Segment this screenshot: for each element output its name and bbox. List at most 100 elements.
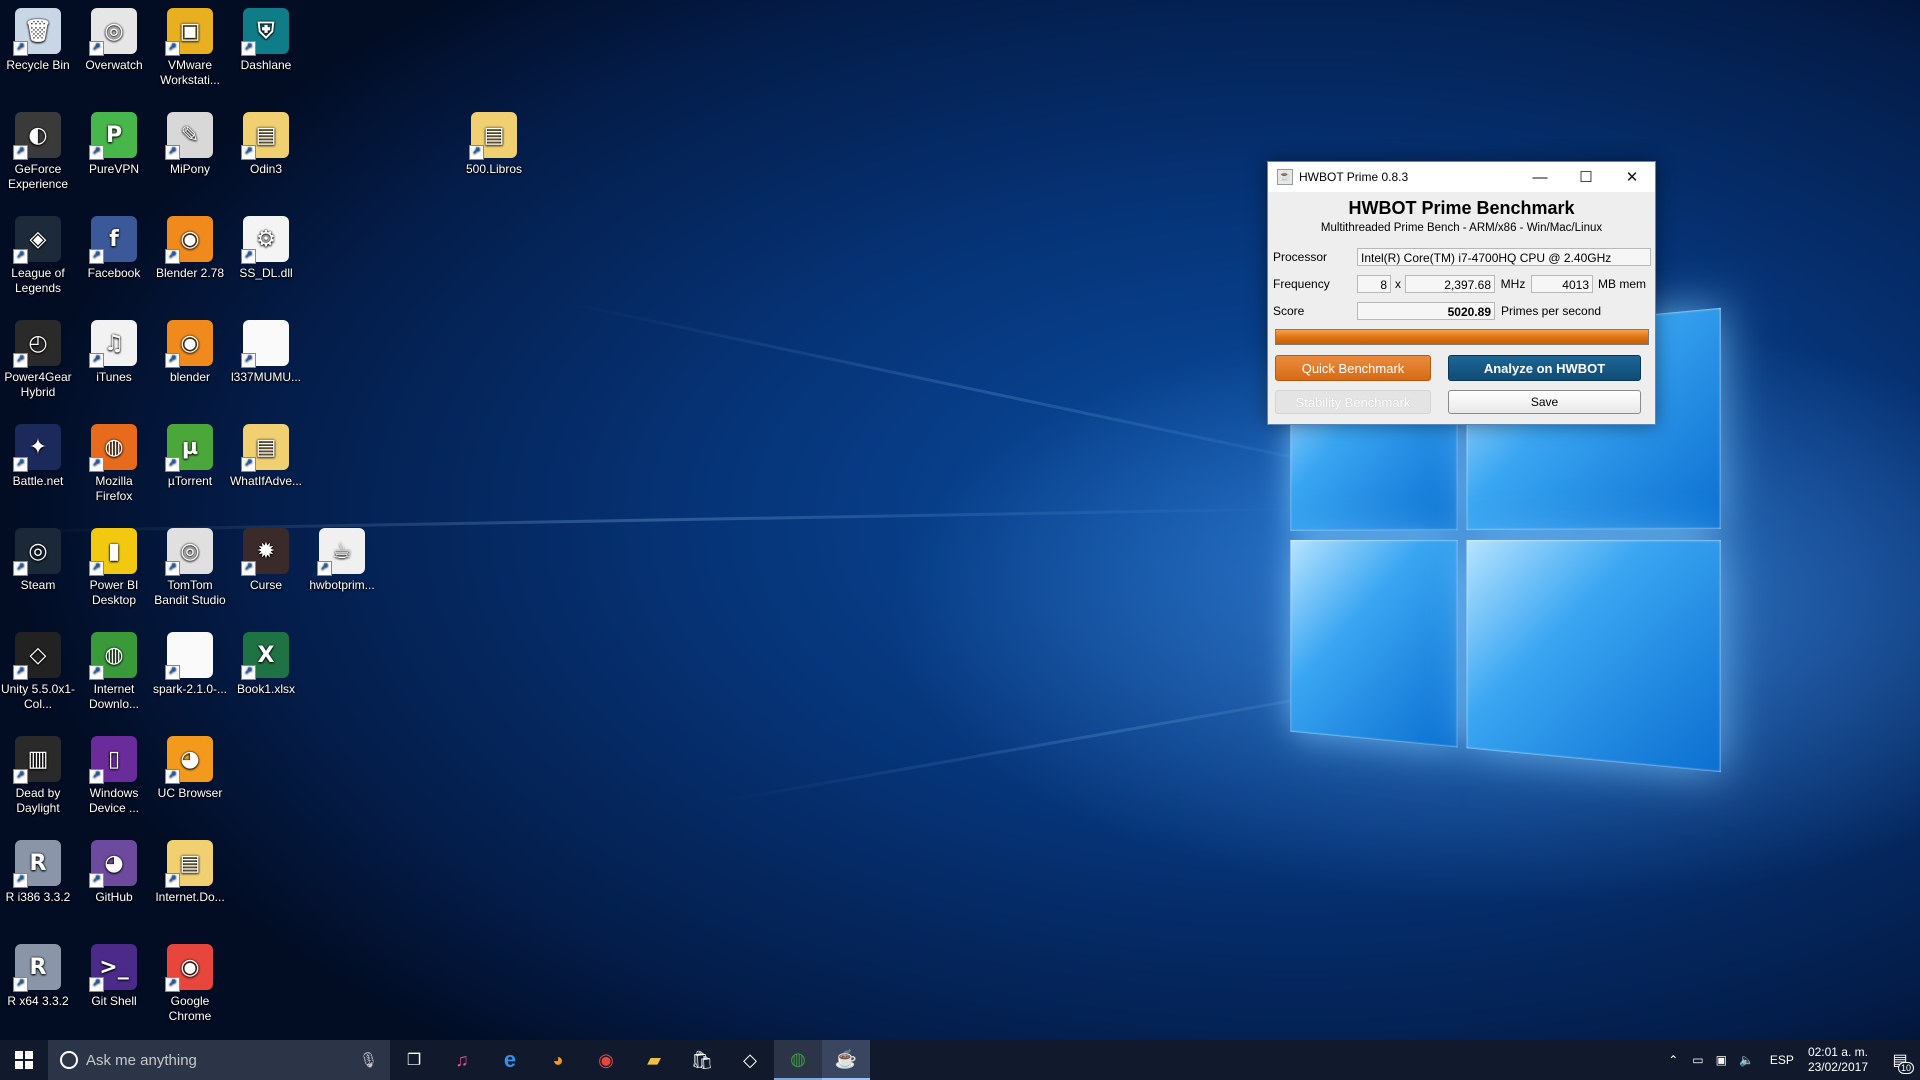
close-button[interactable]: ✕ — [1609, 162, 1655, 192]
volume-icon[interactable]: 🔈 — [1739, 1053, 1754, 1067]
taskbar-internet-download-manager[interactable]: ◍ — [774, 1040, 822, 1080]
microphone-icon[interactable]: 🎙 — [359, 1051, 378, 1069]
desktop-icon[interactable]: ☕ ↗ hwbotprim... — [304, 528, 380, 593]
desktop-icon[interactable]: R ↗ R i386 3.3.2 — [0, 840, 76, 905]
desktop-icon[interactable]: ♫ ↗ iTunes — [76, 320, 152, 385]
window-titlebar[interactable]: ☕ HWBOT Prime 0.8.3 — ☐ ✕ — [1268, 162, 1655, 192]
cortana-circle-icon — [60, 1051, 78, 1069]
desktop-icon-label: Steam — [20, 578, 56, 592]
desktop-icon[interactable]: ▣ ↗ VMware Workstati... — [152, 8, 228, 88]
quick-benchmark-button[interactable]: Quick Benchmark — [1275, 355, 1431, 381]
desktop-icon[interactable]: >_ ↗ Git Shell — [76, 944, 152, 1009]
taskbar-hwbot-prime[interactable]: ☕ — [822, 1040, 870, 1080]
network-icon[interactable]: ▣ — [1716, 1053, 1727, 1067]
desktop-icon[interactable]: ⚙ ↗ SS_DL.dll — [228, 216, 304, 281]
desktop-icon[interactable]: ◕ ↗ GitHub — [76, 840, 152, 905]
desktop-icon[interactable]: ▤ ↗ Internet.Do... — [152, 840, 228, 905]
desktop-icon[interactable]: ▤ ↗ Odin3 — [228, 112, 304, 177]
desktop-icon[interactable]: ▥ ↗ Dead by Daylight — [0, 736, 76, 816]
desktop-app-icon: ▤ ↗ — [469, 112, 517, 160]
desktop-icon[interactable]: ↗ l337MUMU... — [228, 320, 304, 385]
desktop-icon[interactable]: ◐ ↗ GeForce Experience — [0, 112, 76, 192]
desktop-icon-label: GitHub — [95, 890, 133, 904]
task-view-button[interactable]: ❐ — [390, 1040, 438, 1080]
desktop-icon[interactable]: ◇ ↗ Unity 5.5.0x1-Col... — [0, 632, 76, 712]
stability-benchmark-button[interactable]: Stability Benchmark — [1275, 390, 1431, 414]
desktop-icon[interactable]: ▤ ↗ WhatIfAdve... — [228, 424, 304, 489]
desktop-app-icon: ↗ — [241, 320, 289, 368]
cores-field[interactable]: 8 — [1357, 275, 1391, 293]
desktop-icon[interactable]: ▯ ↗ Windows Device ... — [76, 736, 152, 816]
memory-field[interactable]: 4013 — [1531, 275, 1593, 293]
desktop-icon[interactable]: ✎ ↗ MiPony — [152, 112, 228, 177]
taskbar-store[interactable]: 🛍 — [678, 1040, 726, 1080]
desktop-icon[interactable]: ◴ ↗ Power4Gear Hybrid — [0, 320, 76, 400]
desktop-app-icon: ⛨ ↗ — [241, 8, 289, 56]
desktop-app-icon: ◐ ↗ — [13, 112, 61, 160]
desktop-app-icon: µ ↗ — [165, 424, 213, 472]
desktop-icon[interactable]: ◎ ↗ Steam — [0, 528, 76, 593]
desktop-icon[interactable]: ✹ ↗ Curse — [228, 528, 304, 593]
taskbar-edge[interactable]: e — [486, 1040, 534, 1080]
analyze-on-hwbot-button[interactable]: Analyze on HWBOT — [1448, 355, 1641, 381]
frequency-label: Frequency — [1273, 277, 1330, 291]
desktop-icon-label: Battle.net — [12, 474, 64, 488]
desktop-app-icon: ◎ ↗ — [13, 528, 61, 576]
start-button[interactable] — [0, 1040, 48, 1080]
desktop-icon[interactable]: ◎ ↗ Overwatch — [76, 8, 152, 73]
taskbar-chrome[interactable]: ◉ — [582, 1040, 630, 1080]
desktop-icon[interactable]: ▤ ↗ 500.Libros — [456, 112, 532, 177]
processor-field[interactable]: Intel(R) Core(TM) i7-4700HQ CPU @ 2.40GH… — [1357, 248, 1651, 266]
desktop-icon[interactable]: X ↗ Book1.xlsx — [228, 632, 304, 697]
desktop-icon[interactable]: ↗ spark-2.1.0-... — [152, 632, 228, 697]
desktop-icon[interactable]: f ↗ Facebook — [76, 216, 152, 281]
desktop-icon[interactable]: P ↗ PureVPN — [76, 112, 152, 177]
desktop-icon-label: Odin3 — [249, 162, 283, 176]
shortcut-arrow-icon: ↗ — [165, 145, 180, 160]
taskbar-itunes[interactable]: ♫ — [438, 1040, 486, 1080]
desktop-icon[interactable]: ◉ ↗ Blender 2.78 — [152, 216, 228, 281]
power-icon[interactable]: ▭ — [1692, 1053, 1703, 1067]
desktop-icon[interactable]: ◕ ↗ UC Browser — [152, 736, 228, 801]
taskbar-unity[interactable]: ◇ — [726, 1040, 774, 1080]
desktop-icon[interactable]: ◍ ↗ Mozilla Firefox — [76, 424, 152, 504]
chevron-up-icon[interactable]: ⌃ — [1668, 1053, 1678, 1067]
maximize-button[interactable]: ☐ — [1563, 162, 1609, 192]
hwbot-prime-window[interactable]: ☕ HWBOT Prime 0.8.3 — ☐ ✕ HWBOT Prime Be… — [1267, 161, 1656, 425]
desktop-icon[interactable]: ◉ ↗ Google Chrome — [152, 944, 228, 1024]
shortcut-arrow-icon: ↗ — [13, 977, 28, 992]
desktop-icon[interactable]: ◈ ↗ League of Legends — [0, 216, 76, 296]
mhz-label: MHz — [1500, 277, 1526, 291]
shortcut-arrow-icon: ↗ — [165, 977, 180, 992]
desktop-app-icon: ✹ ↗ — [241, 528, 289, 576]
clock[interactable]: 02:01 a. m. 23/02/2017 — [1808, 1045, 1868, 1075]
desktop-icon-label: Recycle Bin — [6, 58, 70, 72]
desktop-icon-label: iTunes — [96, 370, 132, 384]
frequency-field[interactable]: 2,397.68 — [1405, 275, 1495, 293]
taskbar-file-explorer[interactable]: ▰ — [630, 1040, 678, 1080]
desktop-icon-label: spark-2.1.0-... — [152, 682, 228, 696]
desktop-icon[interactable]: ✦ ↗ Battle.net — [0, 424, 76, 489]
desktop-app-icon: ✦ ↗ — [13, 424, 61, 472]
desktop-icon[interactable]: 🗑 ↗ Recycle Bin — [0, 8, 76, 73]
language-indicator[interactable]: ESP — [1770, 1053, 1794, 1067]
desktop-icon[interactable]: ◎ ↗ TomTom Bandit Studio — [152, 528, 228, 608]
score-field[interactable]: 5020.89 — [1357, 302, 1495, 320]
desktop-app-icon: ◎ ↗ — [165, 528, 213, 576]
cortana-search-box[interactable]: Ask me anything 🎙 — [48, 1040, 390, 1080]
desktop-app-icon: ◉ ↗ — [165, 216, 213, 264]
minimize-button[interactable]: — — [1517, 162, 1563, 192]
action-center-button[interactable]: ▤ 10 — [1880, 1040, 1920, 1080]
save-button[interactable]: Save — [1448, 390, 1641, 414]
shortcut-arrow-icon: ↗ — [241, 353, 256, 368]
desktop-icon[interactable]: ⛨ ↗ Dashlane — [228, 8, 304, 73]
desktop-icon[interactable]: µ ↗ µTorrent — [152, 424, 228, 489]
desktop-icon[interactable]: ◍ ↗ Internet Downlo... — [76, 632, 152, 712]
unity-icon: ◇ — [743, 1049, 757, 1070]
taskbar-uc-browser[interactable]: ◕ — [534, 1040, 582, 1080]
desktop-icon[interactable]: R ↗ R x64 3.3.2 — [0, 944, 76, 1009]
desktop-app-icon: P ↗ — [89, 112, 137, 160]
folder-icon: ▰ — [647, 1049, 661, 1070]
desktop-icon[interactable]: ▮ ↗ Power BI Desktop — [76, 528, 152, 608]
desktop-icon[interactable]: ◉ ↗ blender — [152, 320, 228, 385]
